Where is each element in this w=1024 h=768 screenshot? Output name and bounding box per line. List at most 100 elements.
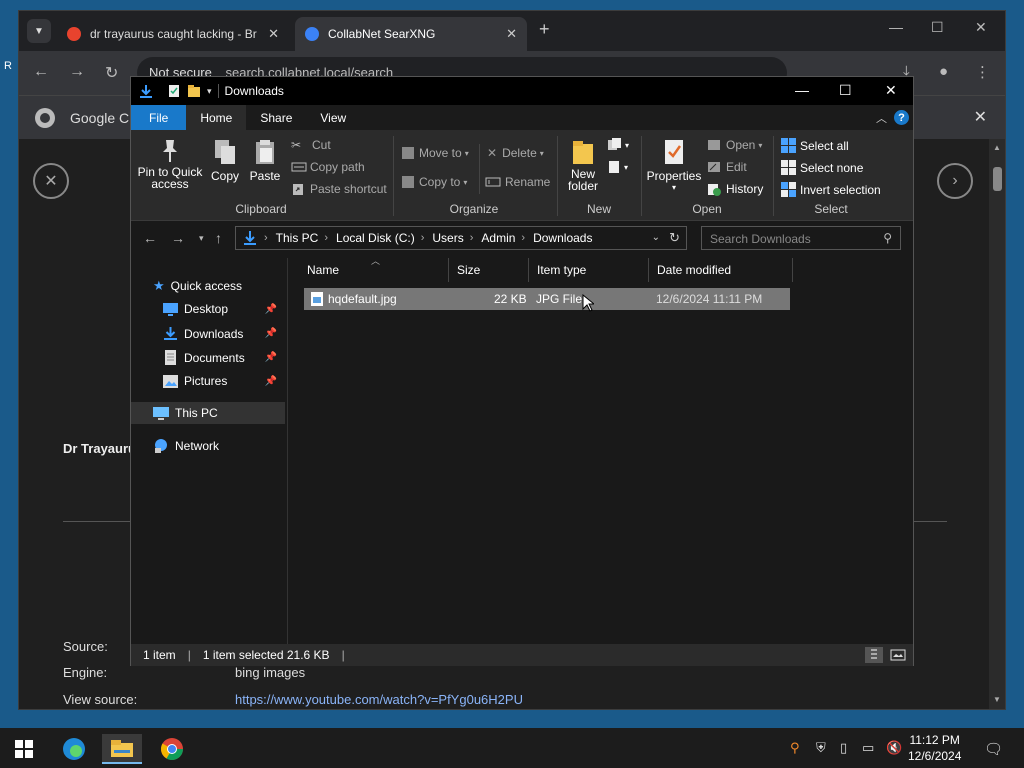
forward-icon[interactable]: → bbox=[171, 230, 185, 246]
nav-quick-access[interactable]: ★ Quick access bbox=[153, 278, 242, 294]
copy-to-button[interactable]: Copy to ▾ bbox=[401, 175, 467, 189]
rename-button[interactable]: Rename bbox=[485, 175, 550, 189]
start-button[interactable] bbox=[4, 734, 44, 764]
back-icon[interactable]: ← bbox=[33, 63, 49, 81]
nav-downloads[interactable]: Downloads 📌 bbox=[163, 326, 283, 341]
tab-share[interactable]: Share bbox=[246, 105, 306, 130]
address-dropdown-icon[interactable]: ⌄ bbox=[652, 232, 660, 243]
profile-icon[interactable]: ● bbox=[939, 63, 948, 80]
minimize-icon[interactable]: — bbox=[889, 19, 903, 35]
rename-label: Rename bbox=[505, 175, 551, 189]
close-icon[interactable]: ✕ bbox=[975, 19, 987, 36]
paste-shortcut-button[interactable]: Paste shortcut bbox=[291, 182, 387, 196]
nav-label: Quick access bbox=[170, 279, 243, 293]
minimize-icon[interactable]: — bbox=[795, 82, 809, 98]
edit-button[interactable]: Edit bbox=[707, 160, 747, 174]
close-icon[interactable]: ✕ bbox=[885, 82, 897, 99]
menu-icon[interactable]: ⋮ bbox=[975, 63, 990, 81]
maximize-icon[interactable]: ☐ bbox=[839, 82, 852, 99]
crumb-this-pc[interactable]: This PC bbox=[276, 231, 319, 245]
usb-icon[interactable]: ▯ bbox=[840, 740, 847, 756]
details-view-icon[interactable] bbox=[865, 647, 883, 663]
chevron-right-icon: › bbox=[521, 232, 526, 244]
column-item-type[interactable]: Item type bbox=[529, 258, 649, 282]
shield-icon[interactable]: ⛨ bbox=[816, 740, 826, 756]
crumb-downloads[interactable]: Downloads bbox=[533, 231, 592, 245]
select-all-button[interactable]: Select all bbox=[781, 138, 849, 153]
tab-search-button[interactable]: ▼ bbox=[27, 19, 51, 43]
tab-home[interactable]: Home bbox=[186, 105, 247, 130]
tab-view[interactable]: View bbox=[306, 105, 360, 130]
properties-qat-icon[interactable] bbox=[167, 84, 181, 98]
tab-dr-trayaurus[interactable]: dr trayaurus caught lacking - Br ✕ bbox=[57, 17, 289, 51]
forward-icon[interactable]: → bbox=[69, 63, 85, 81]
column-size[interactable]: Size bbox=[449, 258, 529, 282]
network-tray-icon[interactable]: ▭ bbox=[862, 740, 874, 756]
search-tray-icon[interactable]: ⚲ bbox=[790, 740, 800, 756]
copy-path-button[interactable]: Copy path bbox=[291, 160, 365, 174]
refresh-icon[interactable]: ↻ bbox=[669, 230, 680, 246]
clipboard-group-label: Clipboard bbox=[235, 202, 287, 216]
delete-button[interactable]: ✕ Delete ▾ bbox=[487, 146, 544, 160]
properties-button[interactable]: Properties ▾ bbox=[645, 138, 703, 194]
history-button[interactable]: History bbox=[707, 182, 763, 196]
nav-network[interactable]: Network bbox=[153, 438, 219, 453]
nav-desktop[interactable]: Desktop 📌 bbox=[163, 302, 283, 316]
move-to-button[interactable]: Move to ▾ bbox=[401, 146, 469, 160]
new-item-button[interactable]: ▾ bbox=[607, 138, 629, 152]
crumb-local-disk[interactable]: Local Disk (C:) bbox=[336, 231, 415, 245]
new-folder-button[interactable]: New folder bbox=[565, 138, 601, 192]
organize-group-label: Organize bbox=[449, 202, 499, 216]
file-explorer-window: ▾ Downloads — ☐ ✕ File Home Share View ︿… bbox=[130, 76, 914, 666]
maximize-icon[interactable]: ☐ bbox=[931, 19, 944, 36]
column-date-modified[interactable]: Date modified bbox=[649, 258, 793, 282]
large-icons-view-icon[interactable] bbox=[889, 647, 907, 663]
scroll-thumb[interactable] bbox=[993, 167, 1002, 191]
collapse-ribbon-icon[interactable]: ︿ bbox=[876, 110, 887, 126]
new-tab-icon[interactable]: + bbox=[539, 19, 550, 40]
clock[interactable]: 11:12 PM 12/6/2024 bbox=[908, 732, 961, 764]
crumb-users[interactable]: Users bbox=[432, 231, 463, 245]
close-tab-icon[interactable]: ✕ bbox=[506, 26, 517, 42]
nav-pictures[interactable]: Pictures 📌 bbox=[163, 374, 283, 388]
nav-documents[interactable]: Documents 📌 bbox=[163, 350, 283, 365]
new-folder-qat-icon[interactable] bbox=[187, 84, 201, 98]
ribbon-separator bbox=[557, 136, 558, 216]
recent-locations-icon[interactable]: ▾ bbox=[199, 233, 204, 244]
easy-access-button[interactable]: ▾ bbox=[607, 160, 628, 174]
volume-muted-icon[interactable]: 🔇 bbox=[886, 740, 902, 756]
close-result-icon[interactable]: ✕ bbox=[33, 163, 69, 199]
pin-quick-access-button[interactable]: Pin to Quick access bbox=[137, 138, 203, 190]
taskbar-file-explorer[interactable] bbox=[102, 734, 142, 764]
taskbar-chrome[interactable] bbox=[152, 734, 192, 764]
qat-dropdown-icon[interactable]: ▾ bbox=[207, 86, 212, 97]
tab-searxng[interactable]: CollabNet SearXNG ✕ bbox=[295, 17, 527, 51]
page-scrollbar[interactable]: ▲ ▼ bbox=[989, 139, 1005, 709]
search-input[interactable]: Search Downloads ⚲ bbox=[701, 226, 901, 250]
reload-icon[interactable]: ↻ bbox=[105, 63, 118, 83]
scroll-down-icon[interactable]: ▼ bbox=[993, 695, 1001, 704]
notifications-icon[interactable]: 🗨 bbox=[984, 740, 1003, 758]
next-result-icon[interactable]: › bbox=[937, 163, 973, 199]
breadcrumb[interactable]: › This PC › Local Disk (C:) › Users › Ad… bbox=[235, 226, 687, 250]
nav-this-pc[interactable]: This PC bbox=[153, 406, 218, 420]
column-name[interactable]: Name bbox=[299, 258, 449, 282]
scroll-up-icon[interactable]: ▲ bbox=[993, 143, 1001, 152]
close-infobar-icon[interactable]: ✕ bbox=[974, 107, 987, 127]
help-icon[interactable]: ? bbox=[894, 110, 909, 125]
delete-x-icon: ✕ bbox=[487, 146, 498, 160]
open-button[interactable]: Open ▾ bbox=[707, 138, 762, 152]
taskbar-edge[interactable] bbox=[54, 734, 94, 764]
tab-file[interactable]: File bbox=[131, 105, 187, 130]
up-icon[interactable]: ↑ bbox=[215, 230, 222, 246]
chevron-right-icon: › bbox=[420, 232, 425, 244]
crumb-admin[interactable]: Admin bbox=[481, 231, 515, 245]
cut-button[interactable]: ✂ Cut bbox=[291, 138, 331, 152]
invert-selection-button[interactable]: Invert selection bbox=[781, 182, 881, 197]
close-tab-icon[interactable]: ✕ bbox=[268, 26, 279, 42]
copy-button[interactable]: Copy bbox=[207, 138, 243, 182]
select-none-button[interactable]: Select none bbox=[781, 160, 863, 175]
view-source-link[interactable]: https://www.youtube.com/watch?v=PfYg0u6H… bbox=[235, 692, 523, 707]
back-icon[interactable]: ← bbox=[143, 230, 157, 246]
paste-button[interactable]: Paste bbox=[247, 138, 283, 182]
